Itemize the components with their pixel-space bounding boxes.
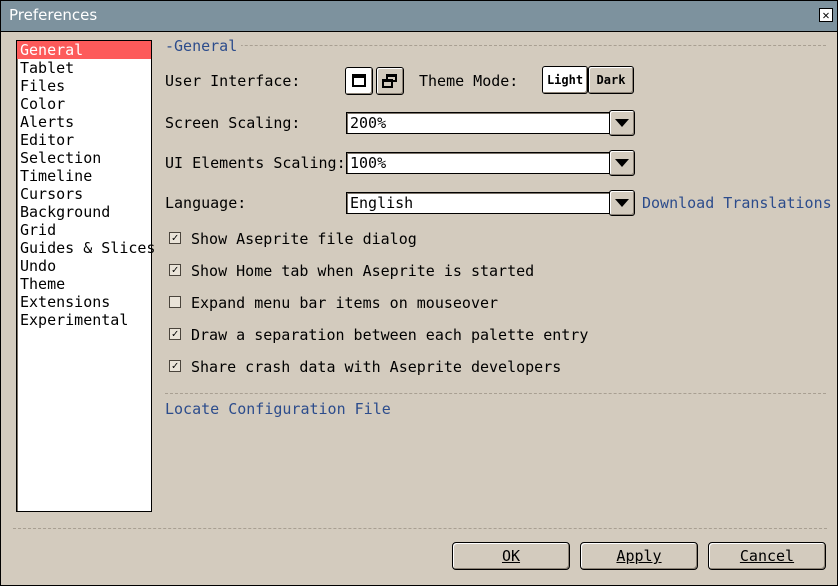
sidebar-item-theme[interactable]: Theme [17, 275, 151, 293]
theme-dark-button[interactable]: Dark [588, 66, 634, 94]
theme-mode-label: Theme Mode: [419, 72, 519, 90]
sidebar-item-background[interactable]: Background [17, 203, 151, 221]
sidebar-item-timeline[interactable]: Timeline [17, 167, 151, 185]
sidebar-item-alerts[interactable]: Alerts [17, 113, 151, 131]
language-value: English [350, 194, 414, 212]
sidebar-list: General Tablet Files Color Alerts Editor… [16, 40, 155, 512]
single-window-icon [352, 74, 366, 87]
sidebar-item-grid[interactable]: Grid [17, 221, 151, 239]
chevron-down-icon[interactable] [609, 190, 635, 216]
apply-button[interactable]: Apply [580, 542, 698, 570]
language-select[interactable]: English [346, 190, 635, 216]
titlebar[interactable]: Preferences ✕ [1, 1, 837, 32]
screen-scaling-select[interactable]: 200% [346, 110, 635, 136]
ui-label: User Interface: [165, 72, 301, 90]
section-divider [165, 393, 826, 394]
close-icon[interactable]: ✕ [819, 8, 833, 22]
download-translations-link[interactable]: Download Translations [642, 194, 832, 212]
locate-config-link[interactable]: Locate Configuration File [165, 400, 391, 418]
theme-light-button[interactable]: Light [542, 66, 588, 94]
checkbox-checked[interactable]: ✓ [169, 360, 181, 372]
ok-button[interactable]: OK [452, 542, 570, 570]
sidebar-item-general[interactable]: General [17, 41, 151, 59]
ui-scaling-select[interactable]: 100% [346, 150, 635, 176]
checkbox-checked[interactable]: ✓ [169, 264, 181, 276]
buttons-divider [13, 528, 827, 529]
sidebar-item-undo[interactable]: Undo [17, 257, 151, 275]
checkbox-checked[interactable]: ✓ [169, 232, 181, 244]
screen-scaling-label: Screen Scaling: [165, 114, 301, 132]
checkbox-unchecked[interactable] [169, 296, 181, 308]
legend-divider [165, 45, 826, 46]
window-title: Preferences [9, 6, 98, 24]
preferences-window: Preferences ✕ General Tablet Files Color… [0, 0, 838, 586]
multiple-windows-button[interactable] [376, 67, 404, 95]
sidebar-item-extensions[interactable]: Extensions [17, 293, 151, 311]
ui-scaling-label: UI Elements Scaling: [165, 154, 346, 172]
sidebar-item-guides-slices[interactable]: Guides & Slices [17, 239, 155, 257]
cancel-button[interactable]: Cancel [708, 542, 826, 570]
general-panel: -General User Interface: Theme Mode: Lig… [165, 37, 832, 418]
language-label: Language: [165, 194, 247, 212]
sidebar-item-tablet[interactable]: Tablet [17, 59, 151, 77]
single-window-button[interactable] [345, 67, 373, 95]
sidebar-item-files[interactable]: Files [17, 77, 151, 95]
sidebar-item-experimental[interactable]: Experimental [17, 311, 151, 329]
chevron-down-icon[interactable] [609, 150, 635, 176]
screen-scaling-value: 200% [350, 114, 387, 132]
sidebar-item-selection[interactable]: Selection [17, 149, 151, 167]
ui-scaling-value: 100% [350, 154, 387, 172]
sidebar-item-cursors[interactable]: Cursors [17, 185, 151, 203]
chevron-down-icon[interactable] [609, 110, 635, 136]
section-legend: -General [165, 37, 242, 55]
sidebar-item-color[interactable]: Color [17, 95, 151, 113]
sidebar-item-editor[interactable]: Editor [17, 131, 151, 149]
checkbox-checked[interactable]: ✓ [169, 328, 181, 340]
